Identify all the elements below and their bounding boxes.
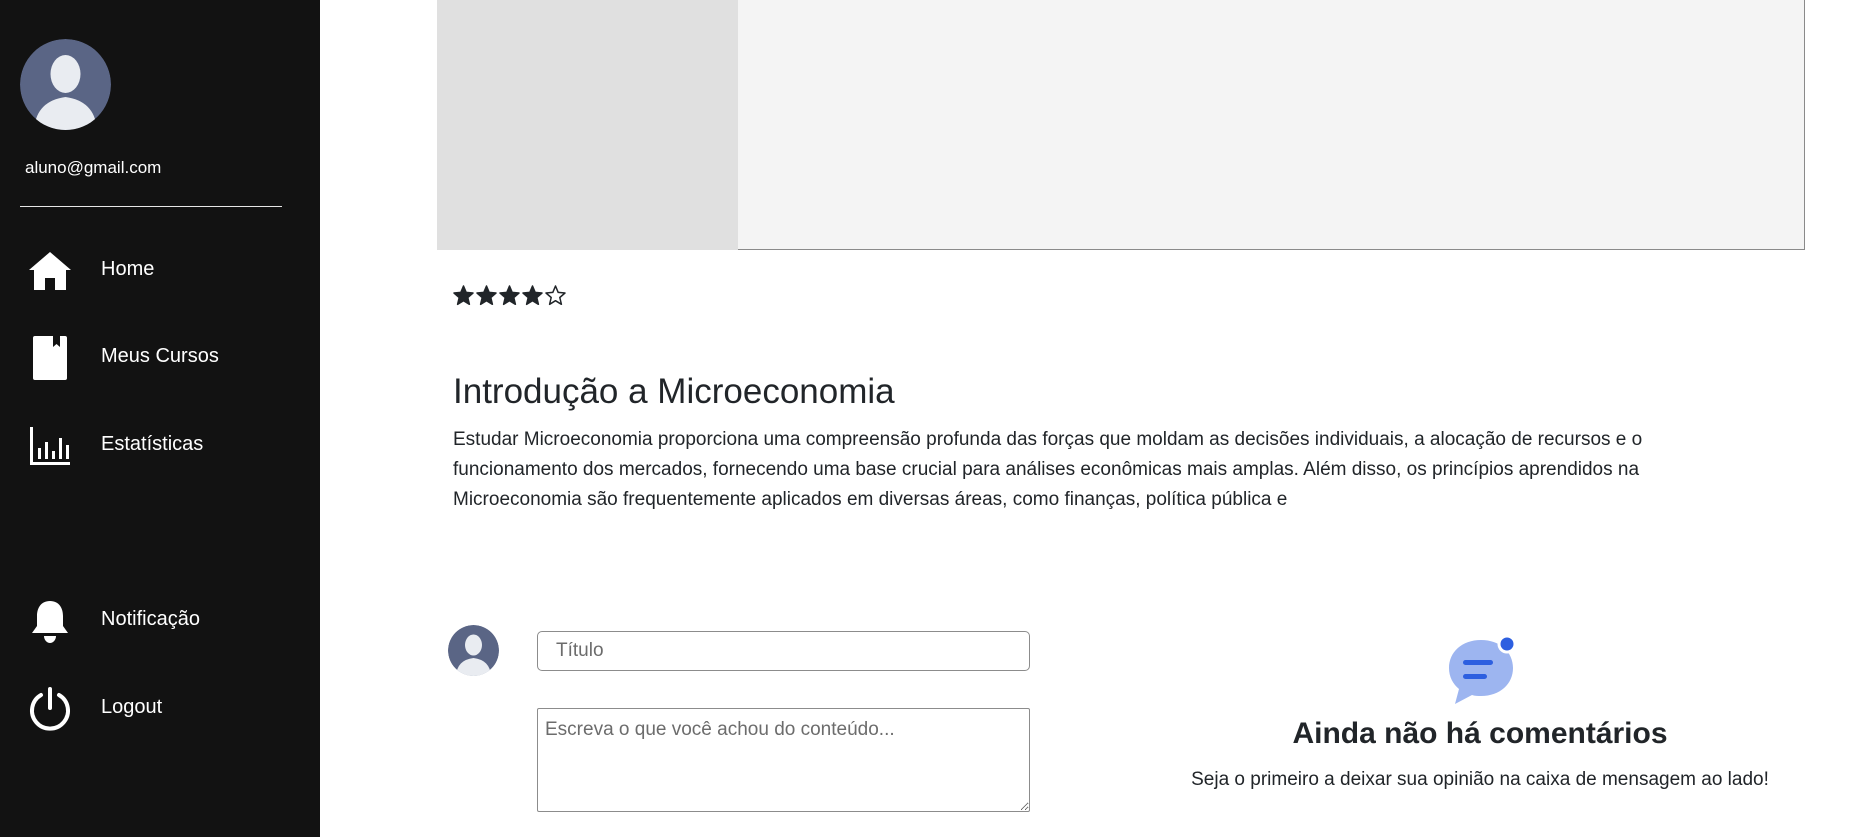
no-comments-subtitle: Seja o primeiro a deixar sua opinião na … — [1191, 769, 1769, 790]
course-rating — [453, 285, 566, 313]
user-email: aluno@gmail.com — [25, 158, 162, 177]
sidebar-divider — [20, 206, 282, 207]
home-icon — [29, 252, 71, 290]
nav-label-notificacao: Notificação — [101, 608, 200, 630]
commenter-avatar — [448, 625, 499, 676]
star-empty-icon[interactable] — [545, 285, 566, 306]
course-media-panel — [738, 0, 1805, 250]
nav-label-estatisticas: Estatísticas — [101, 433, 204, 455]
course-description: Estudar Microeconomia proporciona uma co… — [453, 429, 1643, 510]
user-avatar[interactable] — [20, 39, 111, 130]
user-silhouette-icon — [448, 625, 499, 676]
star-filled-icon[interactable] — [453, 285, 474, 306]
sidebar: aluno@gmail.com Home Meus Cursos Estatís… — [0, 0, 320, 837]
nav-label-home: Home — [101, 258, 155, 280]
bell-icon — [32, 601, 68, 643]
nav-label-logout: Logout — [101, 696, 163, 718]
no-comments-title: Ainda não há comentários — [1292, 717, 1668, 750]
course-thumbnail — [437, 0, 738, 250]
nav-item-home[interactable]: Home — [0, 240, 320, 300]
course-title: Introdução a Microeconomia — [453, 372, 895, 411]
nav-item-logout[interactable]: Logout — [0, 678, 320, 738]
course-banner — [437, 0, 1805, 250]
user-silhouette-icon — [20, 39, 111, 130]
chat-bubble-icon — [1449, 634, 1517, 704]
bar-chart-icon — [30, 427, 70, 465]
star-filled-icon[interactable] — [499, 285, 520, 306]
comment-body-textarea[interactable] — [537, 708, 1030, 812]
nav-item-estatisticas[interactable]: Estatísticas — [0, 415, 320, 475]
nav-label-meus-cursos: Meus Cursos — [101, 345, 219, 367]
nav-item-notificacao[interactable]: Notificação — [0, 590, 320, 650]
nav-item-meus-cursos[interactable]: Meus Cursos — [0, 327, 320, 387]
book-icon — [33, 336, 67, 380]
comment-title-input[interactable] — [537, 631, 1030, 671]
power-icon — [30, 687, 70, 731]
star-filled-icon[interactable] — [476, 285, 497, 306]
star-filled-icon[interactable] — [522, 285, 543, 306]
